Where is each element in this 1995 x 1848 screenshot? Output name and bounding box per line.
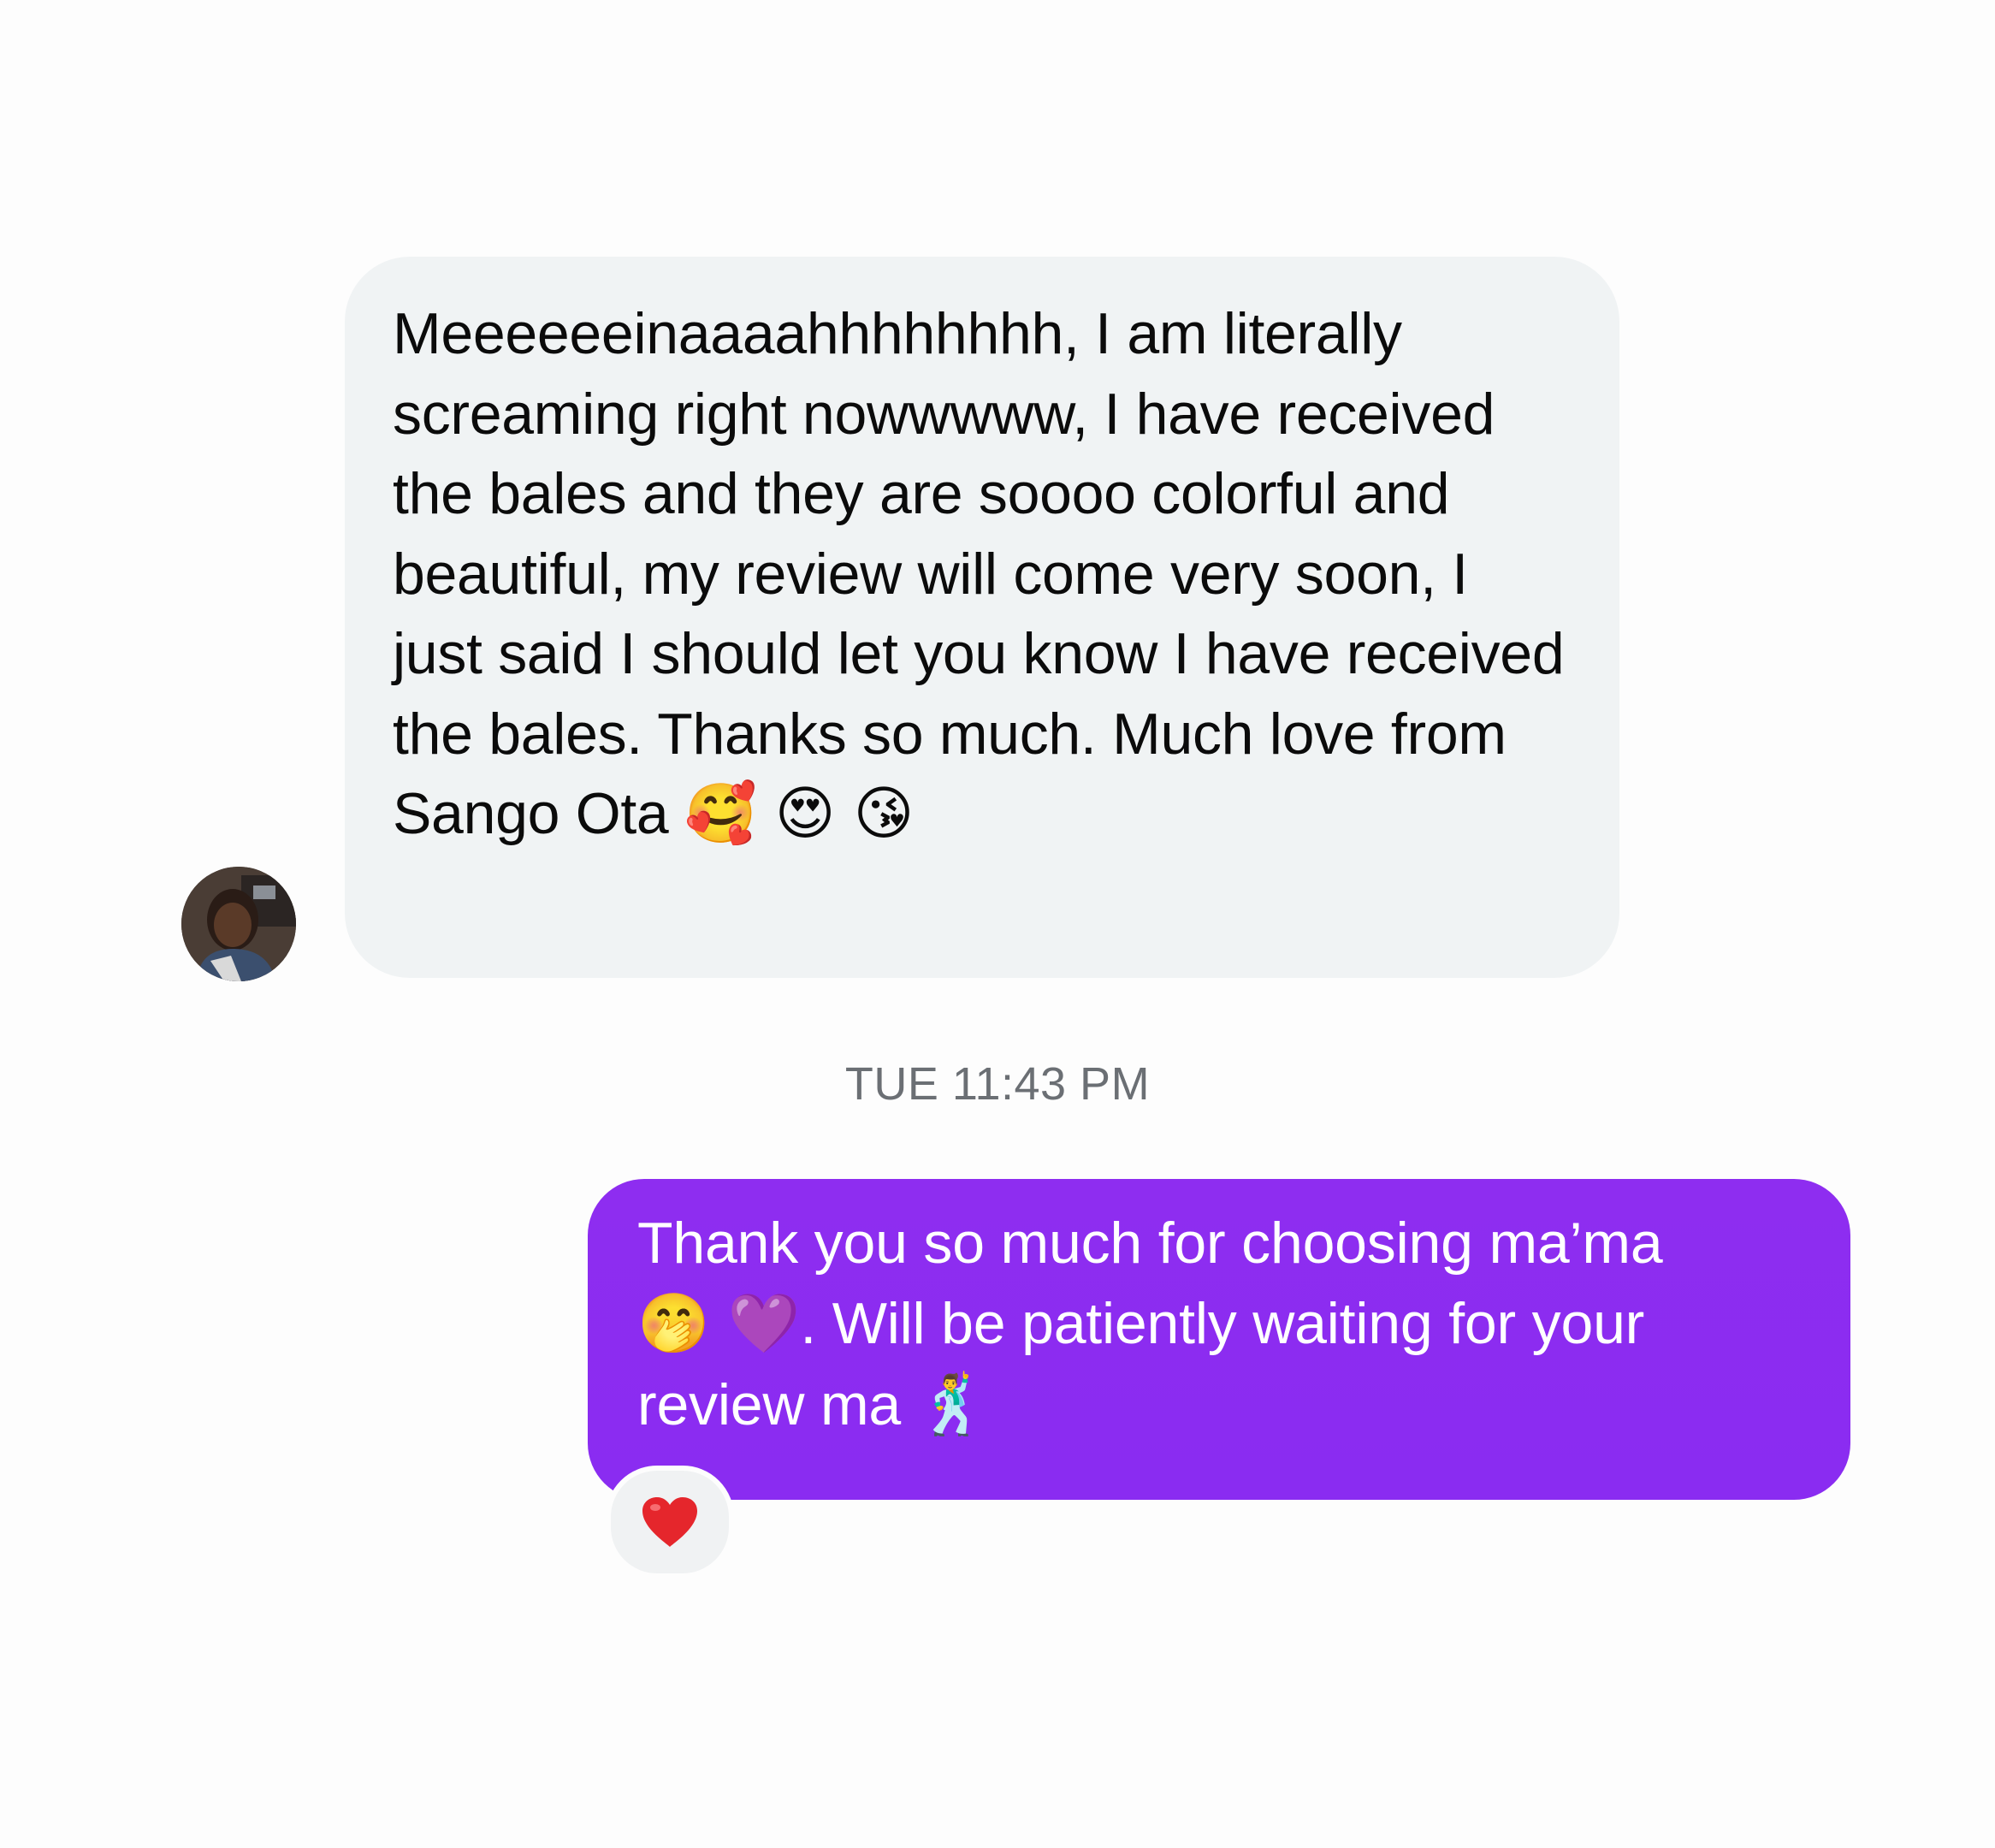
outgoing-message-text: Thank you so much for choosing ma’ma 🤭 💜.… bbox=[637, 1211, 1663, 1439]
message-timestamp: TUE 11:43 PM bbox=[844, 1058, 1151, 1110]
heart-icon bbox=[642, 1497, 697, 1547]
dancing-man-emoji: 🕺 bbox=[916, 1371, 990, 1439]
incoming-message-bubble[interactable]: Meeeeeeinaaaahhhhhhhh, I am literally sc… bbox=[345, 257, 1619, 978]
user-avatar-photo-icon bbox=[181, 867, 296, 981]
incoming-message-emojis: 🥰 😍 😘 bbox=[684, 780, 915, 848]
outgoing-inline-emojis: 🤭 💜 bbox=[637, 1290, 801, 1358]
sender-avatar[interactable] bbox=[181, 867, 296, 981]
outgoing-message-bubble[interactable]: Thank you so much for choosing ma’ma 🤭 💜.… bbox=[588, 1179, 1850, 1500]
message-reaction[interactable] bbox=[606, 1466, 734, 1578]
incoming-message-text: Meeeeeeinaaaahhhhhhhh, I am literally sc… bbox=[393, 301, 1565, 848]
